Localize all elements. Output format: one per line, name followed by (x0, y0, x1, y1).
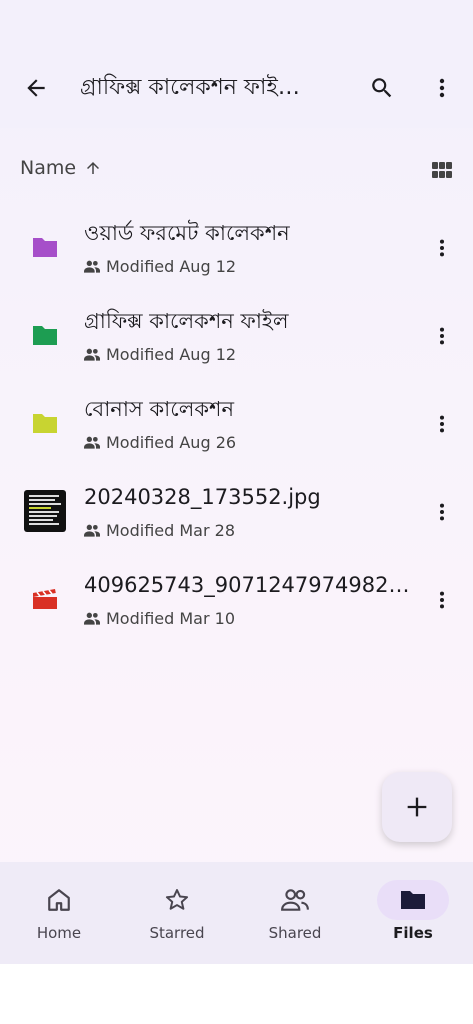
shared-people-icon (84, 524, 100, 537)
list-item[interactable]: 20240328_173552.jpg Modified Mar 28 (0, 468, 473, 556)
nav-label: Starred (149, 924, 205, 942)
item-more-button[interactable] (424, 316, 460, 356)
nav-icon-wrap (259, 880, 331, 920)
more-vert-icon (439, 591, 445, 609)
system-area (0, 964, 473, 1024)
folder-icon (33, 414, 57, 433)
file-name: 409625743_907124797498236... (84, 573, 414, 597)
more-vert-icon (439, 415, 445, 433)
shared-people-icon (84, 436, 100, 449)
file-meta: Modified Mar 10 (84, 606, 235, 630)
list-item[interactable]: 409625743_907124797498236... Modified Ma… (0, 556, 473, 644)
item-more-button[interactable] (424, 404, 460, 444)
nav-starred[interactable]: Starred (118, 862, 236, 964)
file-name: ওয়ার্ড ফরমেট কালেকশন (84, 221, 290, 245)
more-options-button[interactable] (422, 68, 462, 108)
sort-bar: Name (0, 148, 473, 188)
sort-label: Name (20, 157, 77, 179)
image-thumb (24, 490, 66, 532)
file-name: বোনাস কালেকশন (84, 397, 234, 421)
plus-icon (407, 797, 427, 817)
video-thumb (24, 578, 66, 620)
grid-view-icon (432, 162, 452, 178)
nav-label: Files (393, 924, 433, 942)
modified-text: Modified Mar 10 (106, 608, 235, 628)
file-name: 20240328_173552.jpg (84, 485, 321, 509)
folder-icon (33, 326, 57, 345)
shared-people-icon (84, 612, 100, 625)
nav-icon-wrap (23, 880, 95, 920)
back-arrow-icon (27, 79, 45, 97)
home-icon (48, 889, 70, 911)
arrow-up-icon (87, 162, 100, 174)
folder-icon (33, 238, 57, 257)
more-vert-icon (439, 78, 445, 98)
file-meta: Modified Aug 26 (84, 430, 236, 454)
bottom-navigation: Home Starred Shared Files (0, 862, 473, 964)
video-clapper-icon (33, 589, 57, 609)
shared-people-icon (84, 348, 100, 361)
sort-button[interactable]: Name (20, 148, 102, 188)
nav-shared[interactable]: Shared (236, 862, 354, 964)
item-more-button[interactable] (424, 492, 460, 532)
folder-thumb (24, 226, 66, 268)
list-item[interactable]: ওয়ার্ড ফরমেট কালেকশন Modified Aug 12 (0, 204, 473, 292)
modified-text: Modified Aug 26 (106, 432, 237, 452)
top-app-bar: গ্রাফিক্স কালেকশন ফাই… (0, 0, 473, 128)
list-item[interactable]: বোনাস কালেকশন Modified Aug 26 (0, 380, 473, 468)
add-button[interactable] (382, 772, 452, 842)
shared-people-icon (84, 260, 100, 273)
nav-label: Shared (268, 924, 322, 942)
grid-view-button[interactable] (424, 152, 460, 188)
drive-screen: গ্রাফিক্স কালেকশন ফাই… Name ওয়ার্ড ফরমে… (0, 0, 473, 1024)
item-more-button[interactable] (424, 580, 460, 620)
more-vert-icon (439, 503, 445, 521)
file-meta: Modified Mar 28 (84, 518, 235, 542)
more-vert-icon (439, 327, 445, 345)
nav-home[interactable]: Home (0, 862, 118, 964)
modified-text: Modified Mar 28 (106, 520, 235, 540)
star-icon (165, 889, 189, 910)
search-icon (372, 78, 392, 98)
page-title: গ্রাফিক্স কালেকশন ফাই… (80, 75, 300, 100)
file-meta: Modified Aug 12 (84, 342, 236, 366)
nav-label: Home (36, 924, 82, 942)
nav-files[interactable]: Files (354, 862, 472, 964)
modified-text: Modified Aug 12 (106, 256, 237, 276)
image-thumbnail-icon (24, 490, 66, 532)
shared-people-icon (281, 889, 309, 911)
file-name: গ্রাফিক্স কালেকশন ফাইল (84, 309, 289, 333)
file-meta: Modified Aug 12 (84, 254, 236, 278)
back-button[interactable] (16, 68, 56, 108)
item-more-button[interactable] (424, 228, 460, 268)
folder-thumb (24, 314, 66, 356)
list-item[interactable]: গ্রাফিক্স কালেকশন ফাইল Modified Aug 12 (0, 292, 473, 380)
folder-icon (401, 891, 425, 909)
folder-thumb (24, 402, 66, 444)
nav-icon-wrap (377, 880, 449, 920)
modified-text: Modified Aug 12 (106, 344, 237, 364)
nav-icon-wrap (141, 880, 213, 920)
more-vert-icon (439, 239, 445, 257)
search-button[interactable] (362, 68, 402, 108)
